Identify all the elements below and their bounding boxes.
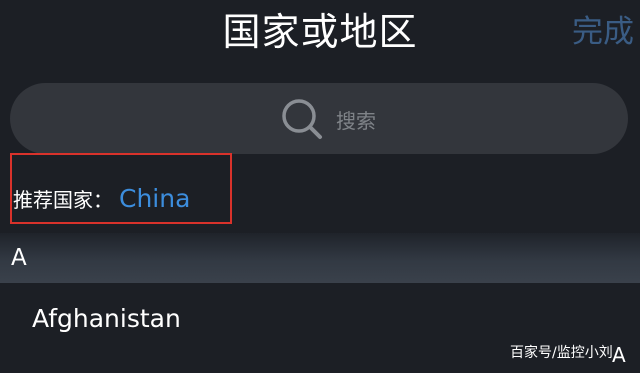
search-placeholder: 搜索 xyxy=(336,108,376,133)
section-letter: A xyxy=(11,245,27,271)
search-input[interactable]: 搜索 xyxy=(10,83,628,154)
country-name: Afghanistan xyxy=(32,304,181,333)
nav-header: 国家或地区 完成 xyxy=(0,0,640,68)
page-title: 国家或地区 xyxy=(222,10,418,54)
search-icon xyxy=(282,99,322,139)
index-bar-letter[interactable]: A xyxy=(612,343,626,367)
done-button[interactable]: 完成 xyxy=(572,10,634,54)
recommended-country-row[interactable]: 推荐国家： China xyxy=(13,178,190,218)
section-header-a: A xyxy=(0,233,640,283)
recommended-label: 推荐国家： xyxy=(13,187,113,212)
search-content: 搜索 xyxy=(280,97,376,141)
watermark: 百家号/监控小刘 xyxy=(510,345,613,361)
recommended-country-link[interactable]: China xyxy=(119,184,190,213)
